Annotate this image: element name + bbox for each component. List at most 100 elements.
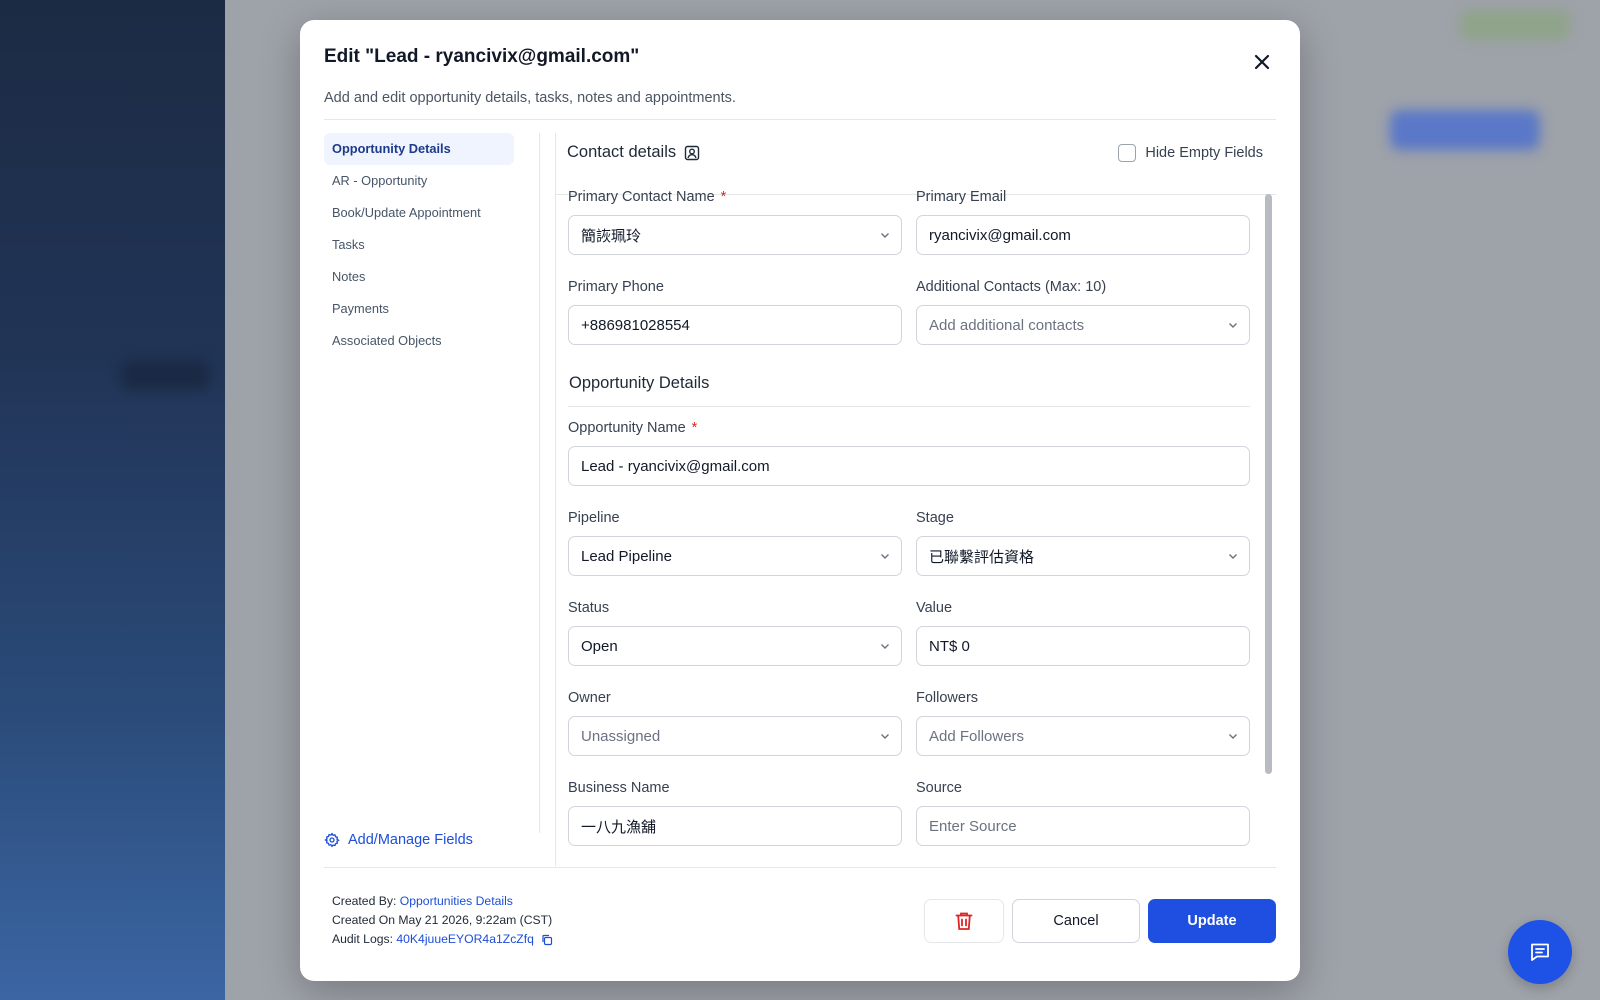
nav-item-ar-opportunity[interactable]: AR - Opportunity [324,165,514,197]
primary-phone-input[interactable]: +886981028554 [568,305,902,345]
status-value: Open [581,637,618,655]
status-select[interactable]: Open [568,626,902,666]
close-icon [1254,54,1270,70]
nav-item-opportunity-details[interactable]: Opportunity Details [324,133,514,165]
section-divider [568,406,1250,407]
created-by-link[interactable]: Opportunities Details [400,894,513,908]
business-name-input[interactable]: 一八九漁舖 [568,806,902,846]
add-manage-fields-label: Add/Manage Fields [348,832,473,848]
modal-title: Edit "Lead - ryancivix@gmail.com" [324,46,640,67]
nav-item-notes[interactable]: Notes [324,261,514,293]
hide-empty-fields-checkbox[interactable] [1118,144,1137,162]
opportunity-details-section-title: Opportunity Details [569,374,710,392]
stage-field: Stage 已聯繫評估資格 [916,508,1250,576]
primary-contact-name-field: Primary Contact Name * 簡詼珮玲 [568,187,902,255]
contact-card-icon [684,145,700,160]
value-field: Value NT$ 0 [916,598,1250,666]
source-field: Source Enter Source [916,778,1250,846]
nav-item-book-appointment[interactable]: Book/Update Appointment [324,197,514,229]
business-name-value: 一八九漁舖 [581,818,657,836]
pipeline-select[interactable]: Lead Pipeline [568,536,902,576]
status-label: Status [568,600,610,616]
footer-divider [324,867,1276,868]
update-button[interactable]: Update [1148,899,1276,943]
cancel-button[interactable]: Cancel [1012,899,1140,943]
delete-button[interactable] [924,899,1004,943]
nav-item-tasks[interactable]: Tasks [324,229,514,261]
opportunity-name-field: Opportunity Name * Lead - ryancivix@gmail… [568,418,1250,486]
pipeline-value: Lead Pipeline [581,547,672,565]
source-label: Source [916,780,962,796]
opportunity-name-value: Lead - ryancivix@gmail.com [581,457,770,475]
opportunity-name-input[interactable]: Lead - ryancivix@gmail.com [568,446,1250,486]
add-manage-fields-link[interactable]: Add/Manage Fields [324,832,473,848]
status-field: Status Open [568,598,902,666]
audit-logs-link[interactable]: 40K4juueEYOR4a1ZcZfq [396,932,534,946]
hide-empty-fields-label: Hide Empty Fields [1145,145,1263,161]
chat-icon [1531,943,1549,961]
nav-item-payments[interactable]: Payments [324,293,514,325]
chevron-down-icon [1229,554,1237,559]
contact-details-title: Contact details [567,143,700,162]
owner-value: Unassigned [581,727,661,745]
background-blurred-button [1390,110,1540,150]
additional-contacts-select[interactable]: Add additional contacts [916,305,1250,345]
required-mark: * [720,189,727,205]
audit-logs-label: Audit Logs: [332,932,393,946]
owner-select[interactable]: Unassigned [568,716,902,756]
opportunity-name-label: Opportunity Name * [568,418,1250,438]
followers-placeholder: Add Followers [929,727,1025,745]
created-by-label: Created By: [332,894,397,908]
primary-contact-name-label-text: Primary Contact Name [568,189,715,205]
business-name-field: Business Name 一八九漁舖 [568,778,902,846]
business-name-label: Business Name [568,780,670,796]
hide-empty-fields-toggle[interactable]: Hide Empty Fields [1118,144,1263,162]
followers-field: Followers Add Followers [916,688,1250,756]
pipeline-label: Pipeline [568,510,620,526]
owner-label: Owner [568,690,611,706]
copy-icon[interactable] [541,934,553,946]
additional-contacts-placeholder: Add additional contacts [929,316,1085,334]
close-button[interactable] [1250,50,1274,74]
pipeline-field: Pipeline Lead Pipeline [568,508,902,576]
primary-phone-label: Primary Phone [568,279,664,295]
trash-icon [955,912,973,930]
additional-contacts-field: Additional Contacts (Max: 10) Add additi… [916,277,1250,345]
chevron-down-icon [881,644,889,649]
source-placeholder: Enter Source [929,817,1017,835]
value-input[interactable]: NT$ 0 [916,626,1250,666]
edit-opportunity-modal: Edit "Lead - ryancivix@gmail.com" Add an… [300,20,1300,981]
created-on-text: Created On May 21 2026, 9:22am (CST) [332,913,553,927]
contact-details-header: Contact details Hide Empty Fields [567,120,1271,182]
value-amount: NT$ 0 [929,637,970,655]
primary-phone-value: +886981028554 [581,316,690,334]
chevron-down-icon [1229,734,1237,739]
gear-icon [324,832,340,848]
additional-contacts-label: Additional Contacts (Max: 10) [916,279,1107,295]
chevron-down-icon [881,233,889,238]
chevron-down-icon [881,554,889,559]
primary-email-input[interactable]: ryancivix@gmail.com [916,215,1250,255]
chat-widget-button[interactable] [1508,920,1572,984]
nav-divider [539,133,540,833]
form-scrollbar[interactable] [1265,194,1272,774]
stage-value: 已聯繫評估資格 [929,548,1035,566]
primary-email-field: Primary Email ryancivix@gmail.com [916,187,1250,255]
nav-item-associated-objects[interactable]: Associated Objects [324,325,514,357]
background-blurred-sidebar-item [120,360,210,390]
modal-sidebar-nav: Opportunity Details AR - Opportunity Boo… [324,133,514,357]
primary-email-label: Primary Email [916,189,1007,205]
primary-phone-field: Primary Phone +886981028554 [568,277,902,345]
primary-contact-name-value: 簡詼珮玲 [581,227,642,245]
content-divider [555,133,556,866]
primary-contact-name-select[interactable]: 簡詼珮玲 [568,215,902,255]
modal-subtitle: Add and edit opportunity details, tasks,… [324,90,736,106]
source-input[interactable]: Enter Source [916,806,1250,846]
contact-details-title-text: Contact details [567,143,677,161]
followers-select[interactable]: Add Followers [916,716,1250,756]
stage-select[interactable]: 已聯繫評估資格 [916,536,1250,576]
primary-contact-name-label: Primary Contact Name * [568,187,902,207]
chevron-down-icon [1229,323,1237,328]
background-sidebar [0,0,225,1000]
created-by-row: Created By: Opportunities Details [332,892,553,911]
